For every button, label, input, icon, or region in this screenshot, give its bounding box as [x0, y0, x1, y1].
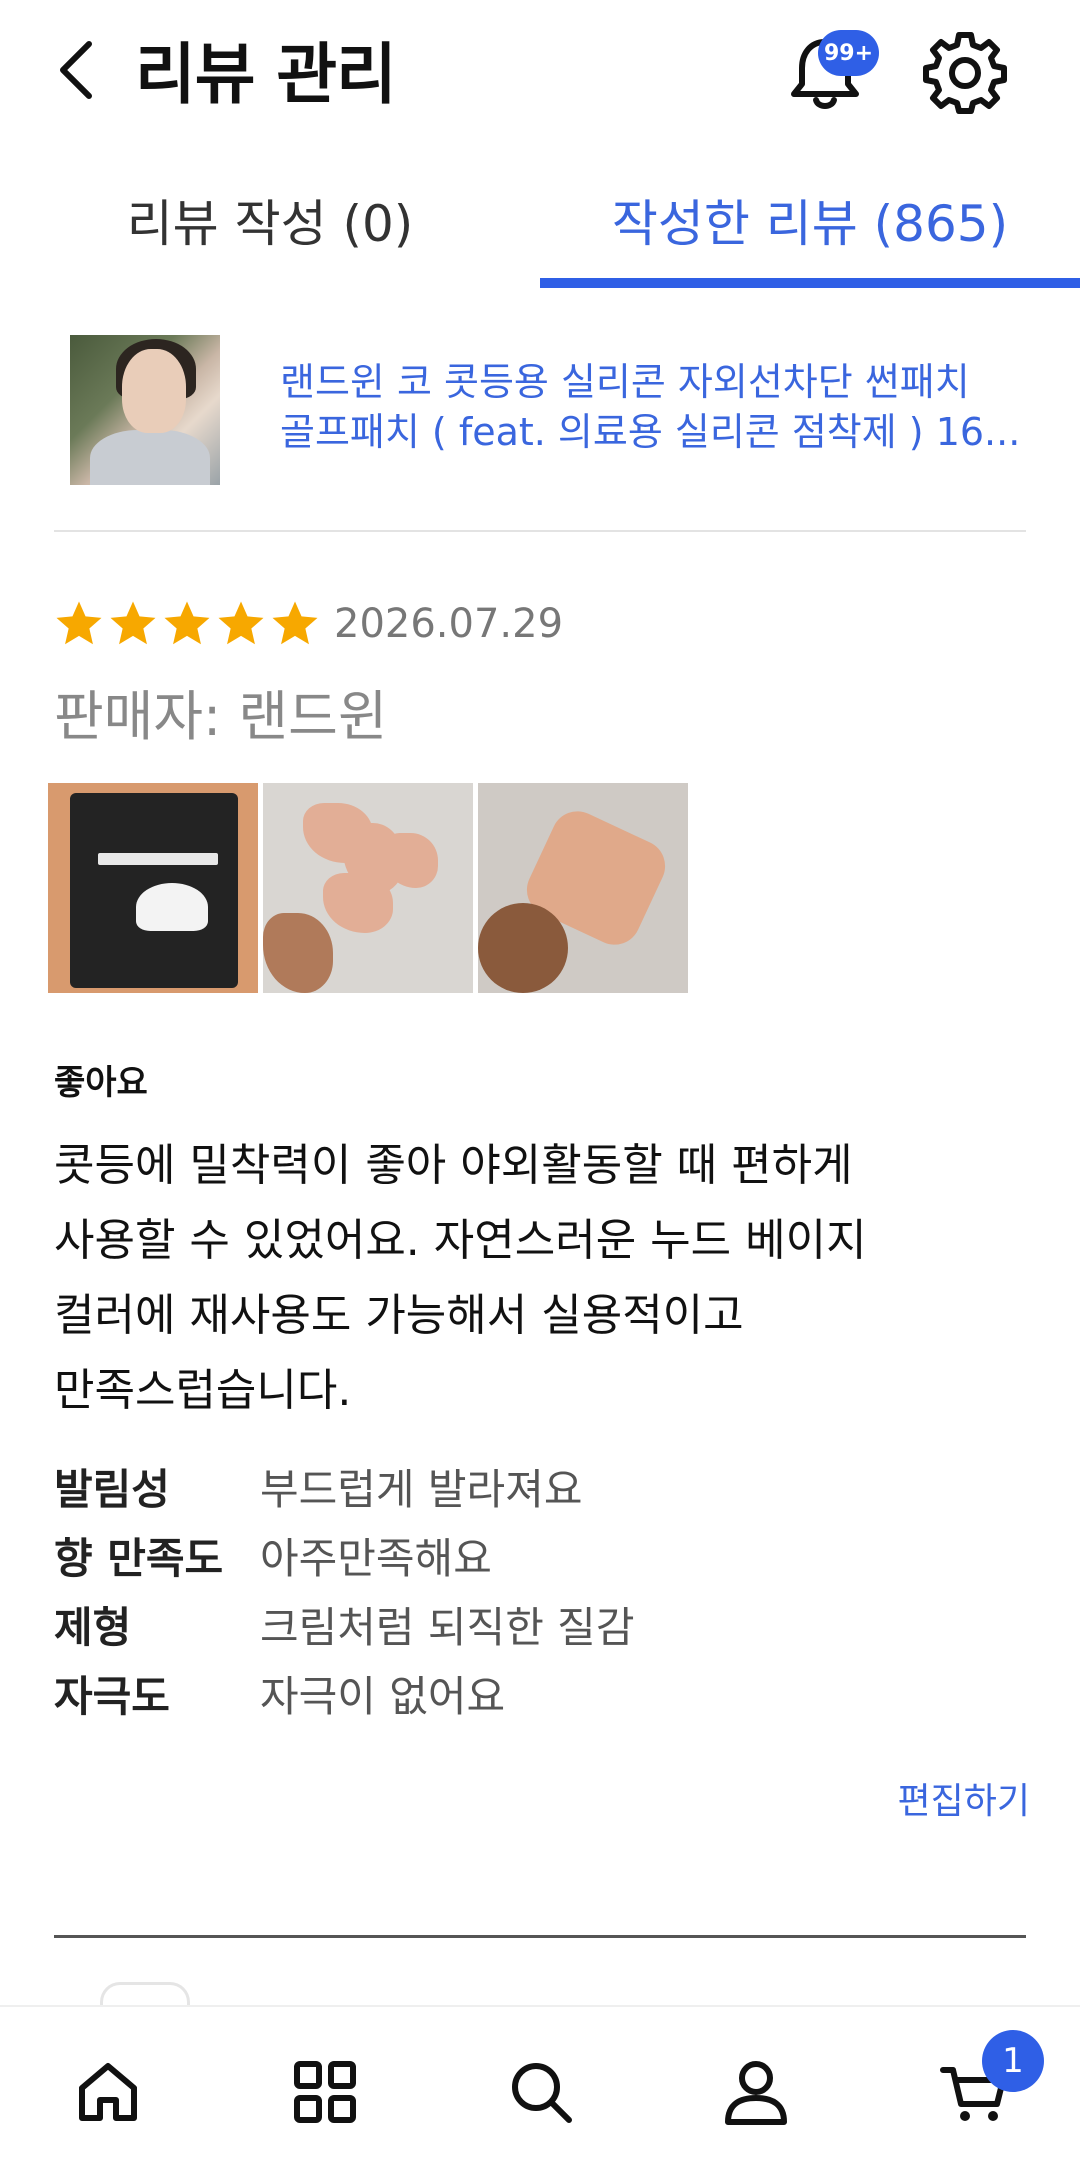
attribute-key: 향 만족도	[54, 1534, 224, 1583]
divider	[54, 530, 1026, 532]
attribute-row: 발림성 부드럽게 발라져요	[54, 1452, 1004, 1521]
star-icon	[56, 601, 102, 645]
tab-write-review[interactable]: 리뷰 작성 (0)	[0, 160, 540, 280]
product-name-line1: 랜드윈 코 콧등용 실리콘 자외선차단 썬패치	[280, 360, 970, 404]
active-tab-indicator	[540, 278, 1080, 288]
settings-button[interactable]	[920, 28, 1010, 118]
back-arrow-icon	[60, 41, 92, 99]
attribute-value: 크림처럼 되직한 질감	[260, 1603, 635, 1652]
attribute-key: 제형	[54, 1603, 132, 1652]
home-icon	[79, 2063, 137, 2121]
profile-icon	[725, 2061, 787, 2125]
search-icon	[512, 2063, 572, 2123]
nav-search-button[interactable]	[496, 2047, 586, 2137]
grid-icon	[294, 2061, 356, 2123]
attribute-key: 자극도	[54, 1672, 170, 1721]
tab-written-reviews[interactable]: 작성한 리뷰 (865)	[540, 160, 1080, 280]
bottom-navigation	[0, 2005, 1080, 2165]
gear-icon	[923, 32, 1007, 114]
attribute-key: 발림성	[54, 1465, 170, 1514]
review-date: 2026.07.29	[334, 601, 564, 647]
review-body: 콧등에 밀착력이 좋아 야외활동할 때 편하게 사용할 수 있었어요. 자연스러…	[54, 1128, 1004, 1428]
page-title: 리뷰 관리	[135, 36, 397, 113]
top-app-bar: 리뷰 관리 99+	[0, 0, 1080, 150]
review-photo[interactable]	[478, 783, 688, 993]
back-button[interactable]	[40, 30, 110, 110]
review-photo[interactable]	[263, 783, 473, 993]
nav-home-button[interactable]	[63, 2047, 153, 2137]
cart-count-badge: 1	[982, 2030, 1044, 2092]
review-body-line: 만족스럽습니다.	[54, 1365, 352, 1416]
attribute-row: 제형 크림처럼 되직한 질감	[54, 1590, 1004, 1659]
review-attributes: 발림성 부드럽게 발라져요 향 만족도 아주만족해요 제형 크림처럼 되직한 질…	[54, 1452, 1004, 1728]
review-body-line: 콧등에 밀착력이 좋아 야외활동할 때 편하게	[54, 1140, 853, 1191]
nav-profile-button[interactable]	[711, 2047, 801, 2137]
rating-row: 2026.07.29	[52, 592, 563, 656]
notification-badge: 99+	[818, 30, 880, 76]
star-icon	[164, 601, 210, 645]
section-divider	[54, 1935, 1026, 1938]
review-body-line: 컬러에 재사용도 가능해서 실용적이고	[54, 1290, 744, 1341]
attribute-value: 부드럽게 발라져요	[260, 1465, 583, 1514]
product-summary[interactable]: 랜드윈 코 콧등용 실리콘 자외선차단 썬패치 골프패치 ( feat. 의료용…	[70, 335, 1020, 485]
review-title: 좋아요	[54, 1063, 148, 1103]
nav-categories-button[interactable]	[280, 2047, 370, 2137]
seller-name: 판매자: 랜드윈	[54, 685, 388, 748]
star-icon	[110, 601, 156, 645]
review-photo[interactable]	[48, 783, 258, 993]
attribute-value: 아주만족해요	[260, 1534, 492, 1583]
attribute-value: 자극이 없어요	[260, 1672, 506, 1721]
star-icon	[272, 601, 318, 645]
review-tabs: 리뷰 작성 (0) 작성한 리뷰 (865)	[0, 160, 1080, 290]
attribute-row: 자극도 자극이 없어요	[54, 1659, 1004, 1728]
review-body-line: 사용할 수 있었어요. 자연스러운 누드 베이지	[54, 1215, 867, 1266]
review-photos	[48, 783, 693, 993]
product-name-link[interactable]: 랜드윈 코 콧등용 실리콘 자외선차단 썬패치 골프패치 ( feat. 의료용…	[280, 357, 1040, 457]
product-name-line2: 골프패치 ( feat. 의료용 실리콘 점착제 ) 16...	[280, 410, 1021, 454]
edit-review-link[interactable]: 편집하기	[898, 1772, 1030, 1824]
attribute-row: 향 만족도 아주만족해요	[54, 1521, 1004, 1590]
star-icon	[218, 601, 264, 645]
product-thumbnail[interactable]	[70, 335, 220, 485]
